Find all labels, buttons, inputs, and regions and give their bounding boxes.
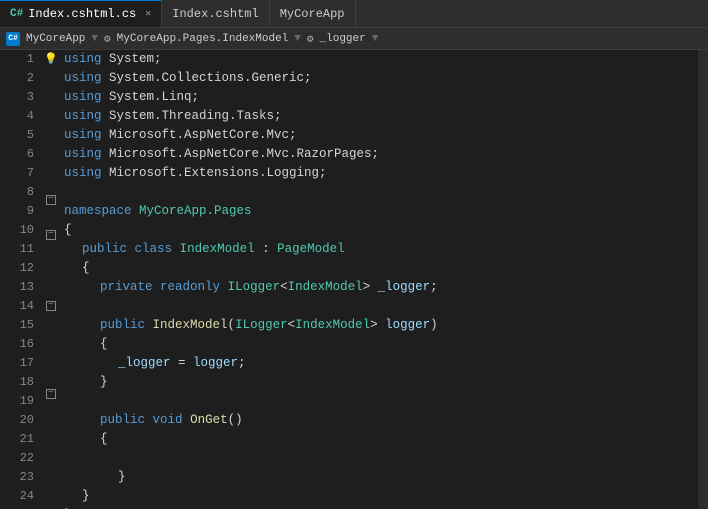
code-line: using System.Threading.Tasks; [64,107,698,126]
code-line: private readonly ILogger<IndexModel> _lo… [64,278,698,297]
line-number: 1 [0,50,34,69]
code-line: using System.Collections.Generic; [64,69,698,88]
code-line: { [64,335,698,354]
line-number: 6 [0,145,34,164]
line-number: 23 [0,468,34,487]
code-line: using Microsoft.Extensions.Logging; [64,164,698,183]
breadcrumb-icon2: ⚙ [307,32,314,46]
tab-mycoreapp[interactable]: MyCoreApp [270,0,356,27]
separator-3: ▼ [372,33,379,45]
line-number: 17 [0,354,34,373]
collapse-button[interactable]: − [46,230,56,240]
code-line: } [64,373,698,392]
tab-label-1: Index.cshtml.cs [28,7,136,21]
breadcrumb-bar: C# MyCoreApp ▼ ⚙ MyCoreApp.Pages.IndexMo… [0,28,708,50]
code-line: using Microsoft.AspNetCore.Mvc.RazorPage… [64,145,698,164]
code-line: public void OnGet() [64,411,698,430]
line-number: 16 [0,335,34,354]
editor: 1234567891011121314151617181920212223242… [0,50,708,509]
collapse-button[interactable]: − [46,389,56,399]
line-number: 21 [0,430,34,449]
line-number: 4 [0,107,34,126]
line-number: 12 [0,259,34,278]
code-line [64,449,698,468]
title-bar: C# Index.cshtml.cs ✕ Index.cshtml MyCore… [0,0,708,28]
line-numbers: 1234567891011121314151617181920212223242… [0,50,42,509]
line-number: 5 [0,126,34,145]
line-number: 8 [0,183,34,202]
code-line: } [64,468,698,487]
line-number: 9 [0,202,34,221]
breadcrumb-namespace[interactable]: MyCoreApp.Pages.IndexModel [117,33,289,45]
breadcrumb-member[interactable]: _logger [320,33,366,45]
line-number: 20 [0,411,34,430]
line-number: 3 [0,88,34,107]
gutter: 💡 − − − − [42,50,60,509]
code-line [64,297,698,316]
code-area[interactable]: using System;using System.Collections.Ge… [60,50,698,509]
project-icon: C# [6,32,20,46]
line-number: 11 [0,240,34,259]
line-number: 22 [0,449,34,468]
line-number: 15 [0,316,34,335]
separator-2: ▼ [294,33,301,45]
line-number: 10 [0,221,34,240]
code-line: { [64,221,698,240]
line-number: 18 [0,373,34,392]
breadcrumb-project[interactable]: MyCoreApp [26,33,85,45]
code-line: using System; [64,50,698,69]
collapse-button[interactable]: − [46,195,56,205]
light-bulb-icon[interactable]: 💡 [44,52,58,66]
line-number: 2 [0,69,34,88]
line-number: 19 [0,392,34,411]
code-line [64,183,698,202]
cs-file-icon: C# [10,8,23,20]
code-line: using Microsoft.AspNetCore.Mvc; [64,126,698,145]
code-line: { [64,430,698,449]
code-line [64,392,698,411]
code-line: public class IndexModel : PageModel [64,240,698,259]
collapse-button[interactable]: − [46,301,56,311]
tab-close-1[interactable]: ✕ [145,8,151,20]
code-line: using System.Linq; [64,88,698,107]
line-number: 7 [0,164,34,183]
line-number: 24 [0,487,34,506]
line-number: 14 [0,297,34,316]
breadcrumb-separator-dot: ⚙ [104,32,111,46]
code-line: { [64,259,698,278]
tab-index-cshtml[interactable]: Index.cshtml [162,0,269,27]
line-number: 13 [0,278,34,297]
tab-index-cshtml-cs[interactable]: C# Index.cshtml.cs ✕ [0,0,162,27]
code-line: } [64,487,698,506]
code-line: _logger = logger; [64,354,698,373]
separator-1: ▼ [91,33,98,45]
tab-label-3: MyCoreApp [280,7,345,21]
scrollbar[interactable] [698,50,708,509]
code-line: namespace MyCoreApp.Pages [64,202,698,221]
code-line: public IndexModel(ILogger<IndexModel> lo… [64,316,698,335]
tab-label-2: Index.cshtml [172,7,258,21]
